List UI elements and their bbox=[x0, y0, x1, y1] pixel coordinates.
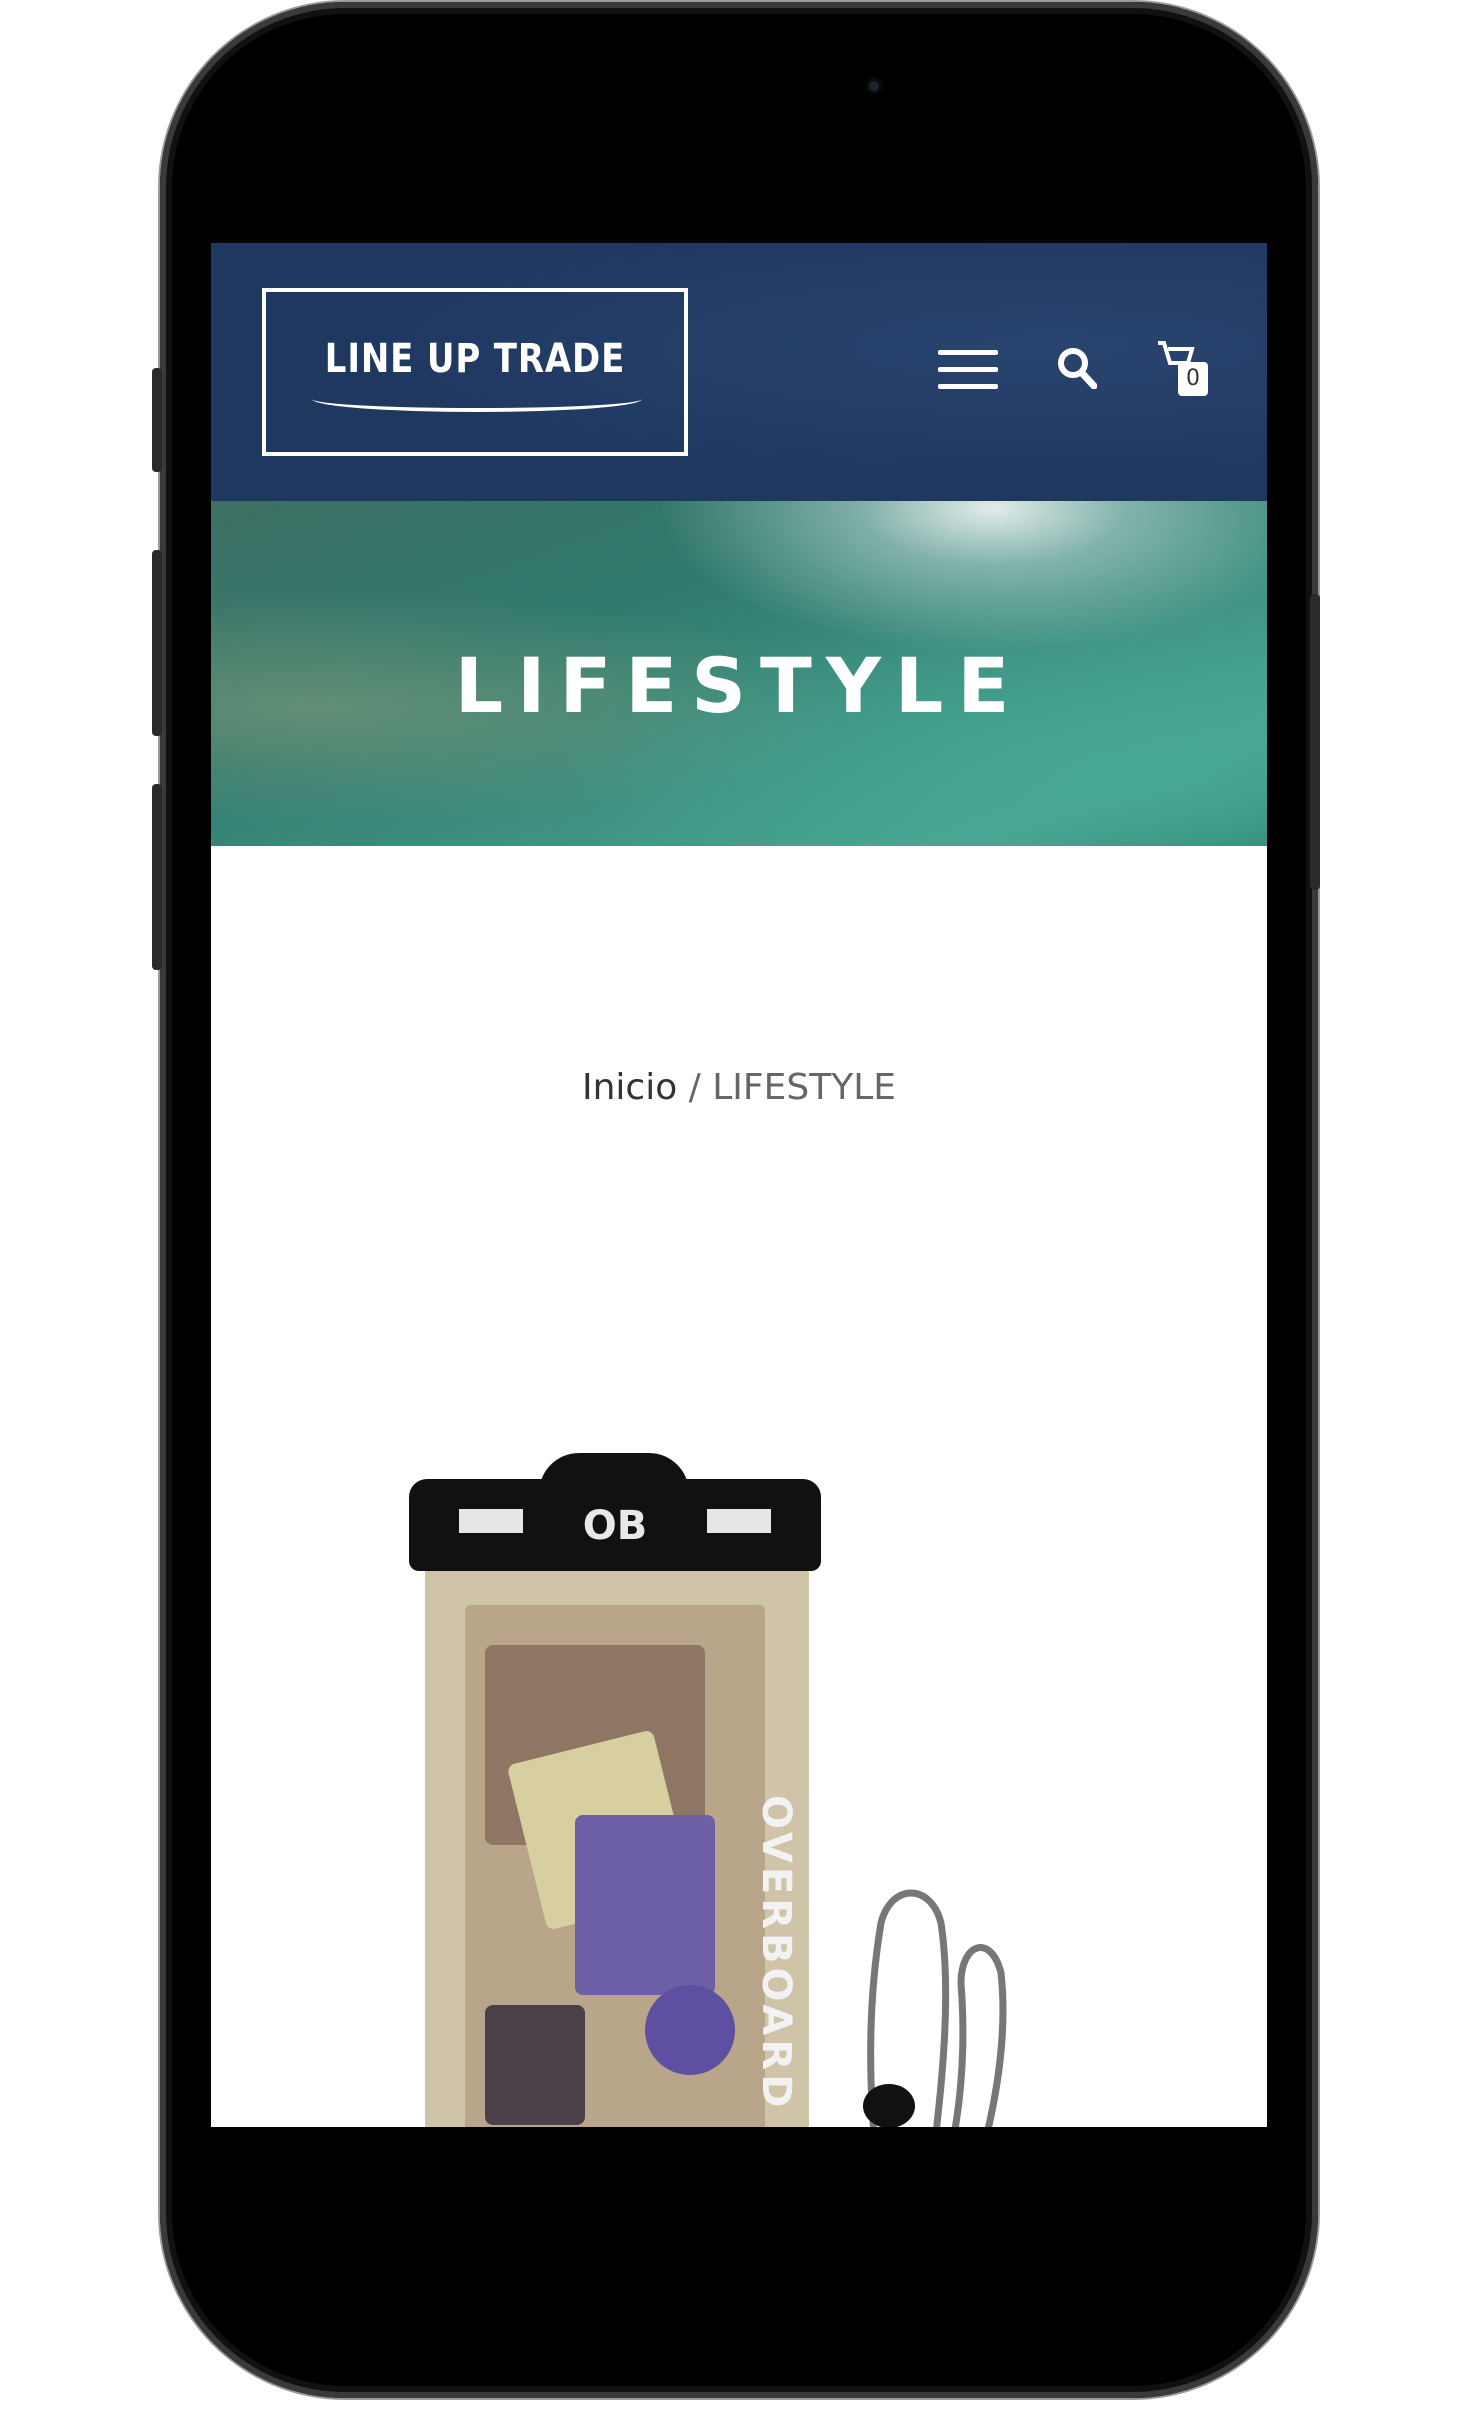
pouch-side-brand: OVERBOARD bbox=[753, 1795, 799, 2112]
site-header: LINE UP TRADE 0 bbox=[211, 243, 1267, 501]
music-player-shape bbox=[575, 1815, 715, 1995]
logo-text: LINE UP TRADE bbox=[324, 336, 626, 382]
product-image[interactable]: OVERBOARD OB bbox=[211, 1433, 1267, 2127]
front-camera bbox=[866, 78, 882, 94]
hang-tab bbox=[539, 1453, 689, 1493]
volume-down-button bbox=[152, 784, 162, 970]
volume-up-button bbox=[152, 550, 162, 736]
keys-shape bbox=[485, 2005, 585, 2125]
pouch-brand-logo: OB bbox=[582, 1503, 648, 1549]
search-icon[interactable] bbox=[1057, 347, 1098, 390]
hero-banner: LIFESTYLE bbox=[211, 501, 1267, 846]
hamburger-menu-icon[interactable] bbox=[938, 350, 998, 390]
pouch-contents bbox=[465, 1605, 765, 2127]
breadcrumb-separator: / bbox=[677, 1067, 713, 1108]
lanyard-cord bbox=[863, 1889, 1007, 2127]
pouch-seal: OB bbox=[409, 1453, 821, 1571]
surfboard-underline bbox=[312, 386, 642, 412]
breadcrumb-home-link[interactable]: Inicio bbox=[582, 1067, 677, 1108]
breadcrumb-current: LIFESTYLE bbox=[712, 1067, 897, 1108]
power-button bbox=[1310, 594, 1320, 890]
page-title: LIFESTYLE bbox=[454, 641, 1024, 730]
cart-count-badge: 0 bbox=[1178, 362, 1208, 396]
pouch-body: OVERBOARD bbox=[425, 1565, 809, 2127]
breadcrumb: Inicio / LIFESTYLE bbox=[211, 1067, 1267, 1108]
mute-switch bbox=[152, 368, 162, 472]
screen: LINE UP TRADE 0 LIFESTYLE Inicio / LIFES… bbox=[211, 243, 1267, 2127]
cart-icon[interactable]: 0 bbox=[1156, 339, 1216, 399]
site-logo[interactable]: LINE UP TRADE bbox=[262, 288, 688, 456]
click-wheel-shape bbox=[645, 1985, 735, 2075]
